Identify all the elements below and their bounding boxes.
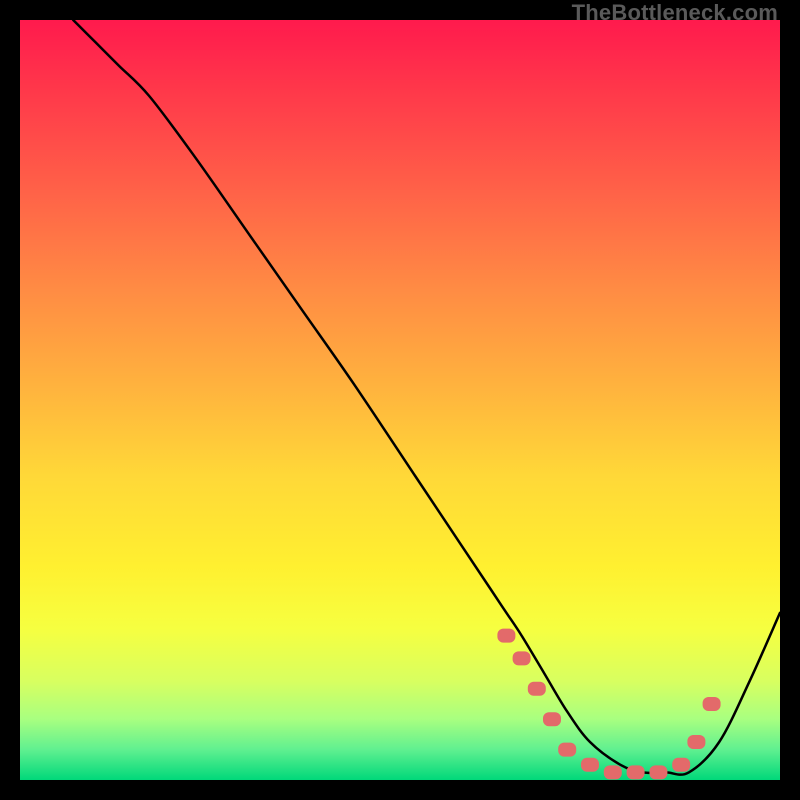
marker-dot — [649, 765, 667, 779]
marker-dot — [513, 651, 531, 665]
plot-area — [20, 20, 780, 780]
marker-dot — [497, 629, 515, 643]
marker-dot — [558, 743, 576, 757]
marker-dot — [543, 712, 561, 726]
curve-path — [73, 20, 780, 775]
marker-dot — [604, 765, 622, 779]
chart-frame: TheBottleneck.com — [0, 0, 800, 800]
chart-svg — [20, 20, 780, 780]
marker-dot — [627, 765, 645, 779]
marker-dot — [528, 682, 546, 696]
marker-dot — [581, 758, 599, 772]
marker-dot — [703, 697, 721, 711]
marker-dot — [687, 735, 705, 749]
marker-dot — [672, 758, 690, 772]
